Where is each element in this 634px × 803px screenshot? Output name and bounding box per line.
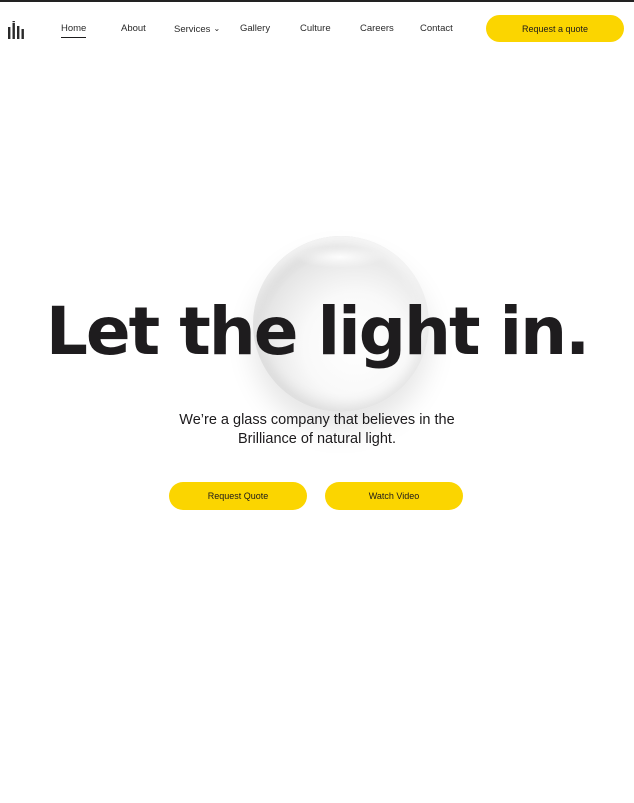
request-a-quote-button[interactable]: Request a quote xyxy=(486,15,624,42)
nav-contact[interactable]: Contact xyxy=(420,23,453,35)
hero-headline: Let the light in. xyxy=(45,293,590,370)
hero-subtitle-line2: Brilliance of natural light. xyxy=(238,431,396,447)
watch-video-button[interactable]: Watch Video xyxy=(325,482,463,510)
nav-services[interactable]: Services ⌄ xyxy=(174,23,220,36)
chevron-down-icon: ⌄ xyxy=(213,24,221,33)
nav-culture[interactable]: Culture xyxy=(300,23,331,35)
nav-careers[interactable]: Careers xyxy=(360,23,394,35)
nav-services-label: Services xyxy=(174,24,211,35)
nav-gallery[interactable]: Gallery xyxy=(240,23,270,35)
hero-subtitle-line1: We’re a glass company that believes in t… xyxy=(179,412,455,428)
nav-home[interactable]: Home xyxy=(61,23,87,38)
request-quote-button[interactable]: Request Quote xyxy=(169,482,307,510)
hero-subtitle: We’re a glass company that believes in t… xyxy=(0,411,634,449)
nav-about[interactable]: About xyxy=(121,23,146,35)
logo-icon[interactable] xyxy=(8,21,24,39)
